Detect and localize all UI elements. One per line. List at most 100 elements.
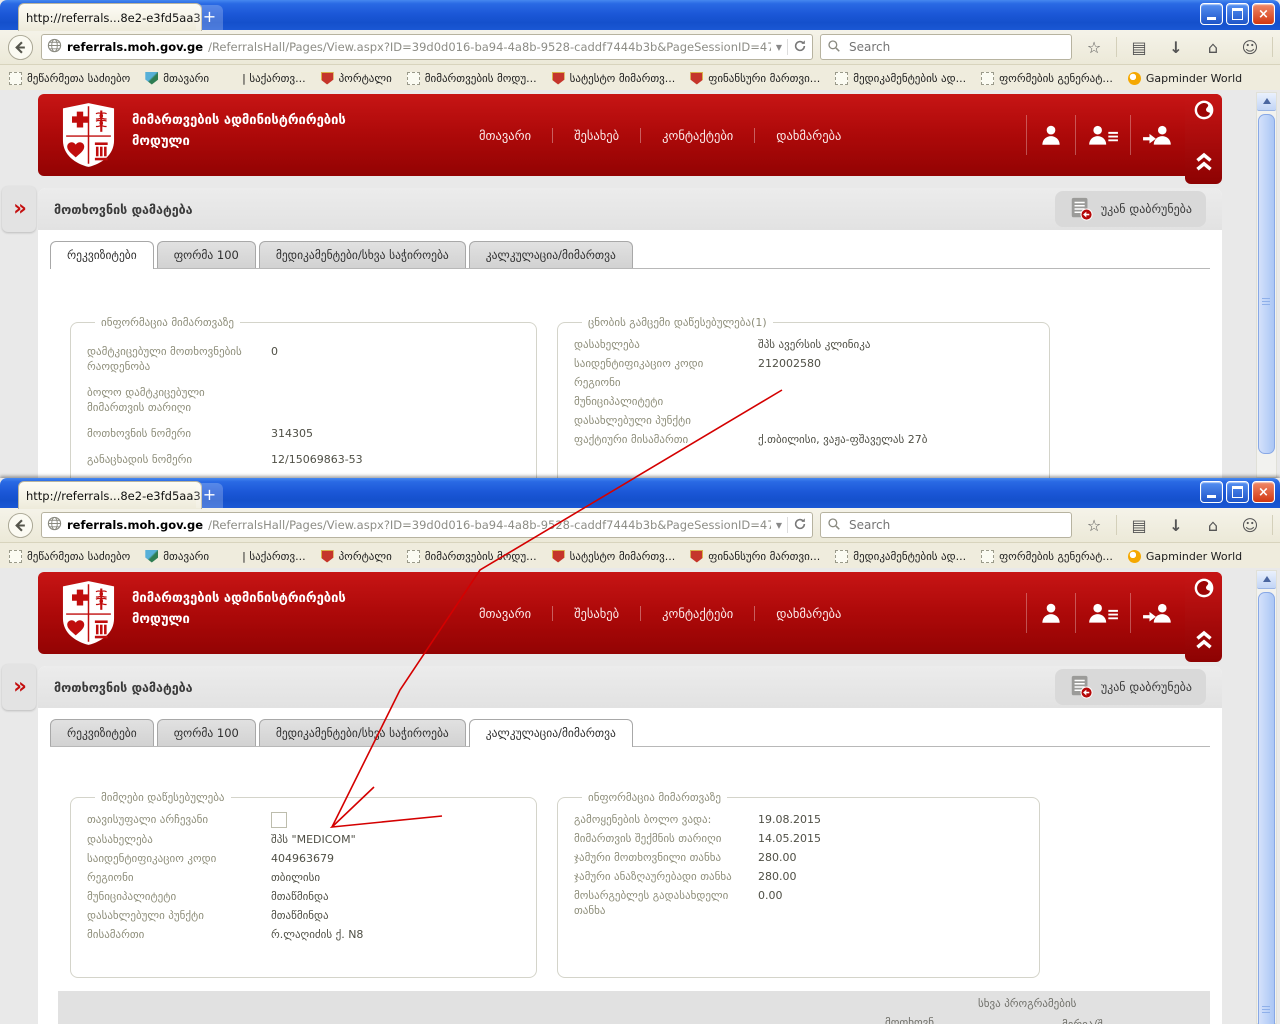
site-nav-item[interactable]: შესახებ: [552, 128, 640, 143]
bookmark-item[interactable]: სატესტო მიმართვ...: [552, 550, 676, 563]
go-back-button[interactable]: უკან დაბრუნება: [1055, 669, 1206, 705]
url-bar[interactable]: referrals.moh.gov.ge/ReferralsHall/Pages…: [41, 34, 813, 60]
site-nav-item[interactable]: შესახებ: [552, 606, 640, 621]
bookmark-item[interactable]: | საქართვ...: [224, 72, 305, 85]
sidebar-expander[interactable]: »: [2, 186, 36, 232]
logout-icon[interactable]: [1130, 115, 1185, 155]
page-tab[interactable]: რეკვიზიტები: [50, 241, 154, 269]
bookmark-item[interactable]: ფინანსური მართვი...: [690, 550, 820, 563]
search-input[interactable]: [847, 517, 1065, 533]
vertical-scrollbar[interactable]: [1256, 92, 1277, 478]
window-titlebar[interactable]: http://referrals...8e2-e3fd5aa33dd3 × + …: [0, 478, 1280, 508]
bookmark-label: მეწარმეთა საძიებო: [27, 550, 130, 563]
bookmark-item[interactable]: მთავარი: [145, 72, 209, 85]
search-input[interactable]: [847, 39, 1065, 55]
collapse-chevrons-icon[interactable]: [1193, 627, 1215, 655]
browser-tab[interactable]: http://referrals...8e2-e3fd5aa33dd3 ×: [18, 3, 202, 31]
sidebar-expander[interactable]: »: [2, 664, 36, 710]
site-nav-item[interactable]: დახმარება: [754, 128, 862, 143]
bookmark-item[interactable]: ფინანსური მართვი...: [690, 72, 820, 85]
page-tab[interactable]: რეკვიზიტები: [50, 719, 154, 746]
go-back-button[interactable]: უკან დაბრუნება: [1055, 191, 1206, 227]
bookmark-label: მეწარმეთა საძიებო: [27, 72, 130, 85]
reload-icon[interactable]: [793, 39, 807, 56]
search-box[interactable]: [820, 34, 1072, 60]
page-tab[interactable]: ფორმა 100: [157, 719, 256, 746]
site-nav-item[interactable]: მთავარი: [458, 128, 552, 143]
page-tab[interactable]: კალკულაცია/მიმართვა: [469, 719, 633, 747]
moh-shield-logo-icon: [60, 102, 117, 168]
site-nav-item[interactable]: კონტაქტები: [640, 606, 754, 621]
vertical-scrollbar[interactable]: [1256, 570, 1277, 1024]
scrollbar-thumb[interactable]: [1258, 592, 1275, 1024]
url-dropdown-icon[interactable]: ▼: [776, 43, 782, 52]
logout-icon[interactable]: [1130, 593, 1185, 633]
back-icon[interactable]: [7, 512, 34, 539]
user-profile-icon[interactable]: [1026, 115, 1075, 155]
bookmark-item[interactable]: მეწარმეთა საძიებო: [9, 550, 130, 563]
user-list-icon[interactable]: [1075, 115, 1130, 155]
close-button[interactable]: ×: [1252, 481, 1275, 503]
site-nav-item[interactable]: მთავარი: [458, 606, 552, 621]
home-icon[interactable]: ⌂: [1198, 516, 1228, 535]
home-icon[interactable]: ⌂: [1198, 38, 1228, 57]
downloads-icon[interactable]: ↓: [1161, 516, 1191, 535]
site-nav-item[interactable]: დახმარება: [754, 606, 862, 621]
browser-tab[interactable]: http://referrals...8e2-e3fd5aa33dd3 ×: [18, 481, 202, 509]
scroll-up-button[interactable]: [1257, 571, 1276, 589]
field-row: დასახლებული პუნქტი: [574, 413, 1033, 428]
restore-button[interactable]: [1226, 3, 1249, 25]
site-nav-item[interactable]: კონტაქტები: [640, 128, 754, 143]
bookmark-item[interactable]: პორტალი: [321, 550, 392, 563]
feedback-smiley-icon[interactable]: ☺: [1235, 516, 1265, 535]
header-side-tab: [1185, 572, 1222, 662]
scroll-up-button[interactable]: [1257, 93, 1276, 111]
new-tab-button[interactable]: +: [196, 5, 223, 30]
globe-icon[interactable]: [1193, 99, 1215, 125]
restore-button[interactable]: [1226, 481, 1249, 503]
scrollbar-thumb[interactable]: [1258, 114, 1275, 454]
checkbox-row: თავისუფალი არჩევანი: [87, 812, 520, 828]
minimize-button[interactable]: [1200, 3, 1223, 25]
downloads-icon[interactable]: ↓: [1161, 38, 1191, 57]
bookmark-item[interactable]: მედიკამენტების ად...: [835, 550, 966, 563]
page-tab[interactable]: მედიკამენტები/სხვა საჭიროება: [259, 241, 466, 268]
user-list-icon[interactable]: [1075, 593, 1130, 633]
minimize-button[interactable]: [1200, 481, 1223, 503]
window-titlebar[interactable]: http://referrals...8e2-e3fd5aa33dd3 × + …: [0, 0, 1280, 30]
search-box[interactable]: [820, 512, 1072, 538]
bookmark-item[interactable]: პორტალი: [321, 72, 392, 85]
back-icon[interactable]: [7, 34, 34, 61]
bookmarks-menu-icon[interactable]: ▤: [1124, 38, 1154, 57]
bookmark-item[interactable]: მიმართვების მოდუ...: [407, 72, 537, 85]
collapse-chevrons-icon[interactable]: [1193, 149, 1215, 177]
close-button[interactable]: ×: [1252, 3, 1275, 25]
bookmark-star-icon[interactable]: ☆: [1079, 38, 1109, 57]
bookmark-item[interactable]: სატესტო მიმართვ...: [552, 72, 676, 85]
bookmark-favicon: [145, 550, 158, 563]
free-choice-checkbox[interactable]: [271, 812, 287, 828]
bookmark-favicon: [835, 550, 848, 563]
bookmark-item[interactable]: Gapminder World: [1128, 550, 1242, 563]
bookmark-item[interactable]: მეწარმეთა საძიებო: [9, 72, 130, 85]
bookmark-star-icon[interactable]: ☆: [1079, 516, 1109, 535]
url-bar[interactable]: referrals.moh.gov.ge/ReferralsHall/Pages…: [41, 512, 813, 538]
bookmark-item[interactable]: მედიკამენტების ად...: [835, 72, 966, 85]
bookmark-item[interactable]: მთავარი: [145, 550, 209, 563]
user-profile-icon[interactable]: [1026, 593, 1075, 633]
bookmark-item[interactable]: მიმართვების მოდუ...: [407, 550, 537, 563]
url-dropdown-icon[interactable]: ▼: [776, 521, 782, 530]
page-tab[interactable]: ფორმა 100: [157, 241, 256, 268]
bookmark-item[interactable]: | საქართვ...: [224, 550, 305, 563]
page-tab[interactable]: კალკულაცია/მიმართვა: [469, 241, 633, 268]
page-tab[interactable]: მედიკამენტები/სხვა საჭიროება: [259, 719, 466, 746]
table-column-header: მოთხოვნ: [885, 1016, 934, 1024]
new-tab-button[interactable]: +: [196, 483, 223, 508]
bookmark-item[interactable]: ფორმების გენერატ...: [981, 72, 1113, 85]
feedback-smiley-icon[interactable]: ☺: [1235, 38, 1265, 57]
bookmark-item[interactable]: ფორმების გენერატ...: [981, 550, 1113, 563]
reload-icon[interactable]: [793, 517, 807, 534]
bookmarks-menu-icon[interactable]: ▤: [1124, 516, 1154, 535]
globe-icon[interactable]: [1193, 577, 1215, 603]
bookmark-item[interactable]: Gapminder World: [1128, 72, 1242, 85]
